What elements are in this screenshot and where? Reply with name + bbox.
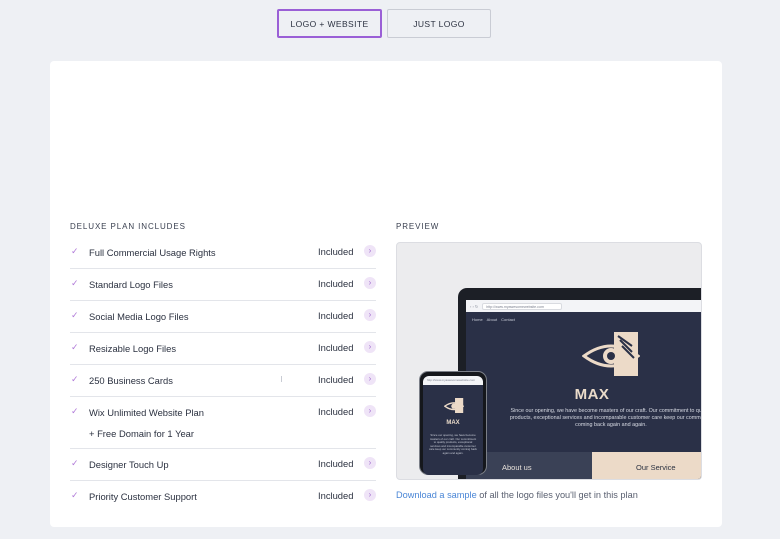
feature-label: Designer Touch Up [89, 459, 169, 470]
preview-image: ‹ › ↻ http://www.myawesomewebsite.com Ho… [396, 242, 702, 480]
site-nav: Home About Contact [472, 317, 515, 322]
tab-just-logo[interactable]: JUST LOGO [387, 9, 491, 38]
check-icon: ✓ [71, 490, 79, 500]
plan-title: DELUXE PLAN INCLUDES [70, 222, 186, 231]
check-icon: ✓ [71, 278, 79, 288]
site-nav-item: Home [472, 317, 483, 322]
feature-label: 250 Business Cards [89, 375, 173, 386]
feature-status: Included [318, 490, 354, 501]
phone-screen: http://www.myawesomewebsite.com MAX Sinc… [423, 376, 483, 475]
phone-url-bar: http://www.myawesomewebsite.com [423, 376, 483, 385]
feature-status: Included [318, 374, 354, 385]
phone-tagline: Since our opening, we have become master… [429, 433, 477, 455]
feature-row[interactable]: ✓ 250 Business Cards Included › [70, 365, 376, 397]
eye-logo-icon [582, 332, 640, 376]
feature-status: Included [318, 246, 354, 257]
download-note: Download a sample of all the logo files … [396, 490, 638, 500]
feature-sublabel: + Free Domain for 1 Year [89, 428, 195, 439]
download-text: of all the logo files you'll get in this… [476, 490, 638, 500]
feature-status: Included [318, 310, 354, 321]
feature-status: Included [318, 458, 354, 469]
laptop-screen: ‹ › ↻ http://www.myawesomewebsite.com Ho… [466, 300, 702, 479]
feature-label: Full Commercial Usage Rights [89, 247, 216, 258]
feature-row[interactable]: ✓ Full Commercial Usage Rights Included … [70, 237, 376, 269]
feature-status: Included [318, 342, 354, 353]
check-icon: ✓ [71, 458, 79, 468]
site-nav-item: About [486, 317, 498, 322]
site-tagline: Since our opening, we have become master… [509, 408, 702, 428]
feature-label: Priority Customer Support [89, 491, 197, 502]
phone-mockup: http://www.myawesomewebsite.com MAX Sinc… [419, 371, 487, 475]
feature-row[interactable]: ✓ Social Media Logo Files Included › [70, 301, 376, 333]
divider [281, 376, 282, 382]
check-icon: ✓ [71, 246, 79, 256]
browser-bar: ‹ › ↻ http://www.myawesomewebsite.com [466, 300, 701, 312]
url-field: http://www.myawesomewebsite.com [482, 302, 563, 310]
chevron-right-icon[interactable]: › [364, 373, 376, 385]
check-icon: ✓ [71, 374, 79, 384]
eye-logo-icon [444, 398, 464, 413]
feature-row[interactable]: ✓ Priority Customer Support Included › [70, 481, 376, 513]
check-icon: ✓ [71, 342, 79, 352]
service-section: Our Service [592, 452, 701, 479]
preview-title: PREVIEW [396, 222, 440, 231]
feature-row[interactable]: ✓ Resizable Logo Files Included › [70, 333, 376, 365]
laptop-mockup: ‹ › ↻ http://www.myawesomewebsite.com Ho… [458, 288, 702, 479]
feature-row[interactable]: ✓ Wix Unlimited Website Plan + Free Doma… [70, 397, 376, 449]
chevron-right-icon[interactable]: › [364, 245, 376, 257]
check-icon: ✓ [71, 406, 79, 416]
feature-row[interactable]: ✓ Standard Logo Files Included › [70, 269, 376, 301]
download-sample-link[interactable]: Download a sample [396, 490, 477, 500]
tab-logo-website[interactable]: LOGO + WEBSITE [277, 9, 382, 38]
chevron-right-icon[interactable]: › [364, 489, 376, 501]
chevron-right-icon[interactable]: › [364, 405, 376, 417]
feature-row[interactable]: ✓ Designer Touch Up Included › [70, 449, 376, 481]
chevron-right-icon[interactable]: › [364, 341, 376, 353]
chevron-right-icon[interactable]: › [364, 309, 376, 321]
feature-label: Wix Unlimited Website Plan [89, 407, 204, 418]
feature-label: Resizable Logo Files [89, 343, 177, 354]
feature-label: Standard Logo Files [89, 279, 173, 290]
plan-tabs: LOGO + WEBSITE JUST LOGO [277, 9, 491, 38]
chevron-right-icon[interactable]: › [364, 277, 376, 289]
plan-card: DELUXE PLAN INCLUDES ✓ Full Commercial U… [50, 61, 722, 527]
feature-list: ✓ Full Commercial Usage Rights Included … [70, 237, 376, 513]
chevron-right-icon[interactable]: › [364, 457, 376, 469]
phone-brand: MAX [446, 420, 460, 426]
site-brand: MAX [574, 386, 610, 403]
check-icon: ✓ [71, 310, 79, 320]
browser-nav-icon: ‹ › ↻ [470, 303, 479, 309]
feature-status: Included [318, 406, 354, 417]
feature-status: Included [318, 278, 354, 289]
site-nav-item: Contact [501, 317, 515, 322]
feature-label: Social Media Logo Files [89, 311, 189, 322]
